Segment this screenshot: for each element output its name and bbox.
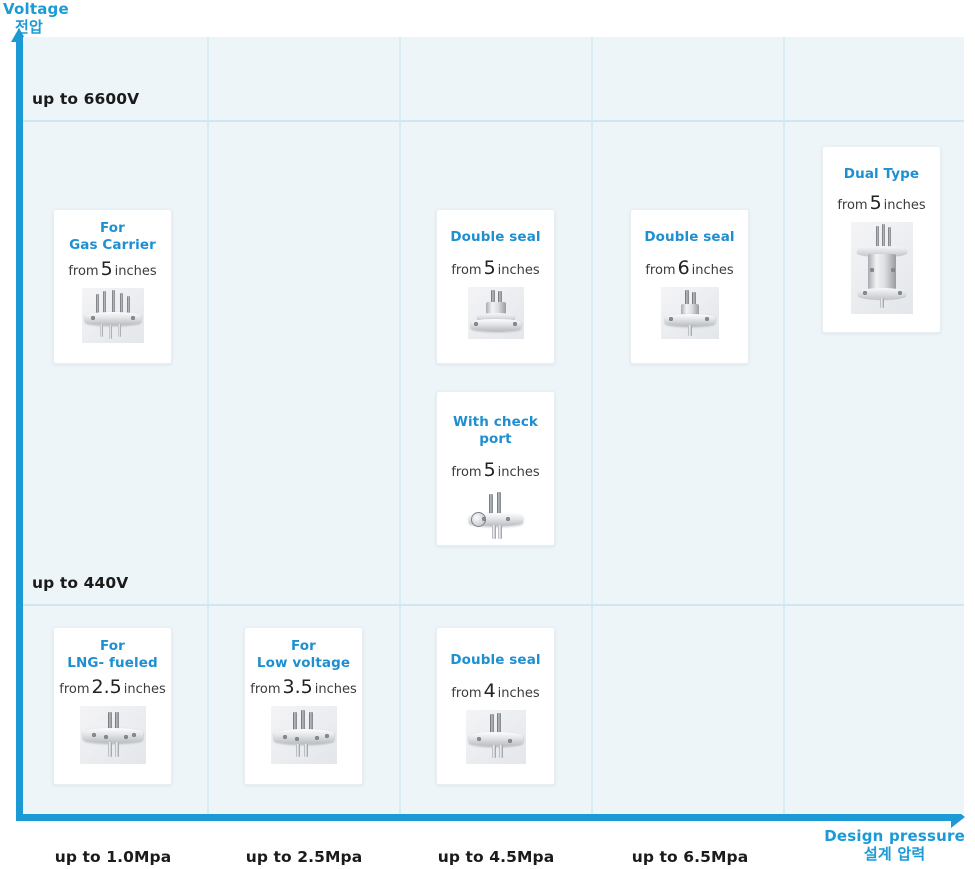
product-card-title: Double seal <box>450 652 541 668</box>
size-unit: inches <box>123 682 166 697</box>
product-photo-double-seal-6in <box>660 287 719 339</box>
product-card-double-seal-4in[interactable]: Double seal from 4 inches <box>436 627 555 785</box>
size-unit: inches <box>497 686 540 701</box>
product-card-lng-fueled[interactable]: For LNG- fueled from 2.5 inches <box>53 627 172 785</box>
product-card-gas-carrier[interactable]: For Gas Carrier from 5 inches <box>53 209 172 364</box>
size-prefix: from <box>645 263 676 278</box>
size-prefix: from <box>59 682 90 697</box>
x-tick-label-1: up to 1.0Mpa <box>54 848 172 866</box>
y-tick-label-6600v: up to 6600V <box>32 90 140 108</box>
size-value: 4 <box>483 680 496 702</box>
product-card-size: from 5 inches <box>451 459 540 481</box>
size-prefix: from <box>250 682 281 697</box>
product-card-double-seal-6in[interactable]: Double seal from 6 inches <box>630 209 749 364</box>
size-prefix: from <box>451 686 482 701</box>
product-card-dual-type[interactable]: Dual Type from 5 inches <box>822 146 941 333</box>
size-value: 5 <box>483 257 496 279</box>
gridline-horizontal-2 <box>23 604 964 606</box>
product-photo-lng-fueled <box>79 706 146 764</box>
size-value: 5 <box>869 192 882 214</box>
product-photo-double-seal-4in <box>465 710 526 764</box>
x-axis-title: Design pressure 설계 압력 <box>824 827 965 863</box>
product-card-title: Double seal <box>450 229 541 245</box>
x-axis-title-ko: 설계 압력 <box>863 845 926 863</box>
gridline-vertical-1 <box>207 37 209 814</box>
size-prefix: from <box>451 465 482 480</box>
product-card-double-seal-5in[interactable]: Double seal from 5 inches <box>436 209 555 364</box>
y-axis-line <box>16 40 23 821</box>
size-value: 5 <box>483 459 496 481</box>
product-card-title: With check port <box>452 414 539 447</box>
size-prefix: from <box>68 264 99 279</box>
product-photo-gas-carrier <box>81 288 144 343</box>
product-card-size: from 2.5 inches <box>59 676 166 698</box>
size-unit: inches <box>497 263 540 278</box>
product-card-size: from 6 inches <box>645 257 734 279</box>
product-card-title: Double seal <box>644 229 735 245</box>
size-value: 2.5 <box>91 676 122 698</box>
product-card-size: from 3.5 inches <box>250 676 357 698</box>
x-tick-label-3: up to 4.5Mpa <box>437 848 555 866</box>
gridline-horizontal-1 <box>23 120 964 122</box>
product-card-title: Dual Type <box>843 166 920 182</box>
product-card-title: For LNG- fueled <box>67 638 158 671</box>
voltage-pressure-matrix-chart: Voltage 전압 Design pressure 설계 압력 up to 660… <box>0 0 975 869</box>
x-axis-title-en: Design pressure <box>824 827 965 845</box>
size-value: 3.5 <box>282 676 313 698</box>
product-card-size: from 5 inches <box>451 257 540 279</box>
size-unit: inches <box>114 264 157 279</box>
x-tick-label-4: up to 6.5Mpa <box>631 848 749 866</box>
product-photo-check-port <box>464 489 528 545</box>
product-photo-double-seal-5in <box>467 287 524 339</box>
size-prefix: from <box>837 198 868 213</box>
product-photo-dual-type <box>850 222 913 314</box>
gridline-vertical-2 <box>399 37 401 814</box>
size-unit: inches <box>497 465 540 480</box>
product-card-with-check-port[interactable]: With check port from 5 inches <box>436 391 555 546</box>
gridline-vertical-4 <box>783 37 785 814</box>
x-tick-label-2: up to 2.5Mpa <box>245 848 363 866</box>
x-axis-line <box>16 814 956 821</box>
product-card-size: from 4 inches <box>451 680 540 702</box>
product-card-size: from 5 inches <box>68 258 157 280</box>
gridline-vertical-3 <box>591 37 593 814</box>
size-prefix: from <box>451 263 482 278</box>
size-value: 6 <box>677 257 690 279</box>
product-card-low-voltage[interactable]: For Low voltage from 3.5 inches <box>244 627 363 785</box>
product-photo-low-voltage <box>270 706 337 764</box>
product-card-title: For Gas Carrier <box>69 220 156 253</box>
size-unit: inches <box>883 198 926 213</box>
y-axis-title-en: Voltage <box>3 0 69 18</box>
product-card-size: from 5 inches <box>837 192 926 214</box>
size-unit: inches <box>691 263 734 278</box>
size-unit: inches <box>314 682 357 697</box>
size-value: 5 <box>100 258 113 280</box>
product-card-title: For Low voltage <box>256 638 351 671</box>
y-tick-label-440v: up to 440V <box>32 574 129 592</box>
